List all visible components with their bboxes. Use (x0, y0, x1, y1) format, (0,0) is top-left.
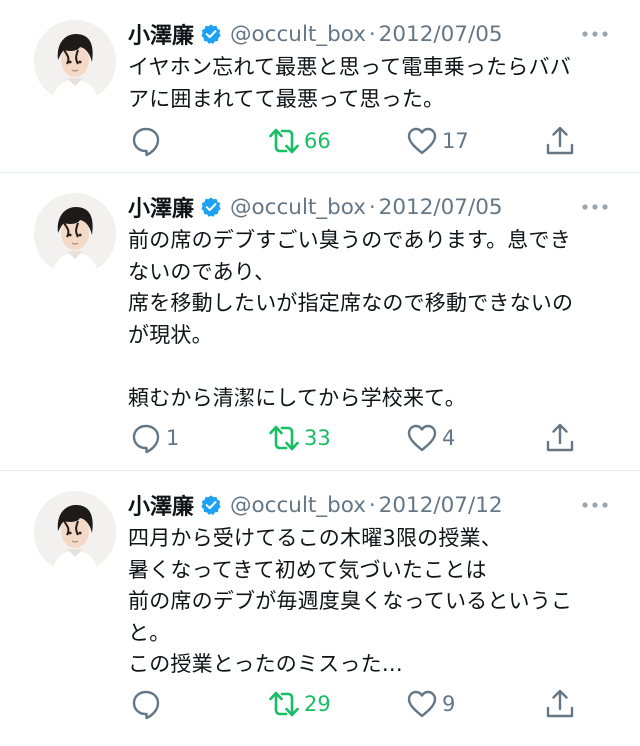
tweet-text: 四月から受けてるこの木曜3限の授業、 暑くなってきて初めて気づいたことは 前の席… (128, 526, 573, 676)
verified-badge-icon (200, 23, 222, 45)
retweet-button[interactable]: 33 (268, 418, 331, 458)
tweet-text: イヤホン忘れて最悪と思って電車乗ったらババ アに囲まれてて最悪って思った。 (128, 55, 571, 111)
heart-icon (406, 688, 438, 720)
display-name[interactable]: 小澤廉 (128, 489, 194, 521)
like-button[interactable]: 9 (406, 684, 455, 724)
display-name[interactable]: 小澤廉 (128, 191, 194, 223)
share-icon (544, 422, 576, 454)
tweet[interactable]: 小澤廉 @occult_box · 2012/07/05 前の席のデブすごい臭う… (0, 173, 640, 471)
separator: · (368, 195, 376, 219)
tweet-actions: 66 17 (128, 121, 588, 161)
retweet-count: 29 (304, 692, 331, 716)
like-button[interactable]: 4 (406, 418, 455, 458)
share-button[interactable] (544, 418, 576, 458)
user-handle[interactable]: @occult_box (230, 493, 366, 518)
reply-icon (130, 688, 162, 720)
tweet[interactable]: 小澤廉 @occult_box · 2012/07/05 イヤホン忘れて最悪と思… (0, 0, 640, 173)
heart-icon (406, 125, 438, 157)
display-name[interactable]: 小澤廉 (128, 18, 194, 50)
avatar[interactable] (34, 193, 116, 275)
retweet-icon (268, 688, 300, 720)
reply-count: 1 (166, 426, 180, 450)
tweet-actions: 29 9 (128, 684, 588, 724)
reply-button[interactable] (130, 121, 166, 161)
retweet-count: 66 (304, 129, 331, 153)
tweet-date[interactable]: 2012/07/05 (379, 195, 503, 220)
tweet-date[interactable]: 2012/07/05 (379, 22, 503, 47)
more-dots-icon[interactable] (580, 199, 610, 215)
tweet-header: 小澤廉 @occult_box · 2012/07/05 (128, 16, 610, 52)
user-handle[interactable]: @occult_box (230, 195, 366, 220)
tweet-actions: 1 33 4 (128, 418, 588, 458)
reply-icon (130, 422, 162, 454)
retweet-icon (268, 125, 300, 157)
like-button[interactable]: 17 (406, 121, 469, 161)
share-button[interactable] (544, 684, 576, 724)
tweet[interactable]: 小澤廉 @occult_box · 2012/07/12 四月から受けてるこの木… (0, 471, 640, 746)
heart-icon (406, 422, 438, 454)
tweet-text: 前の席のデブすごい臭うのであります。息でき ないのであり、 席を移動したいが指定… (128, 228, 574, 410)
like-count: 9 (442, 692, 456, 716)
reply-button[interactable]: 1 (130, 418, 179, 458)
like-count: 4 (442, 426, 456, 450)
share-icon (544, 688, 576, 720)
retweet-icon (268, 422, 300, 454)
separator: · (368, 493, 376, 517)
retweet-button[interactable]: 29 (268, 684, 331, 724)
avatar[interactable] (34, 20, 116, 102)
share-button[interactable] (544, 121, 576, 161)
tweet-header: 小澤廉 @occult_box · 2012/07/12 (128, 487, 610, 523)
retweet-count: 33 (304, 426, 331, 450)
retweet-button[interactable]: 66 (268, 121, 331, 161)
user-handle[interactable]: @occult_box (230, 22, 366, 47)
reply-button[interactable] (130, 684, 166, 724)
share-icon (544, 125, 576, 157)
tweet-header: 小澤廉 @occult_box · 2012/07/05 (128, 189, 610, 225)
tweet-date[interactable]: 2012/07/12 (379, 493, 503, 518)
verified-badge-icon (200, 196, 222, 218)
more-dots-icon[interactable] (580, 26, 610, 42)
more-dots-icon[interactable] (580, 497, 610, 513)
avatar[interactable] (34, 491, 116, 573)
reply-icon (130, 125, 162, 157)
separator: · (368, 22, 376, 46)
like-count: 17 (442, 129, 469, 153)
verified-badge-icon (200, 494, 222, 516)
